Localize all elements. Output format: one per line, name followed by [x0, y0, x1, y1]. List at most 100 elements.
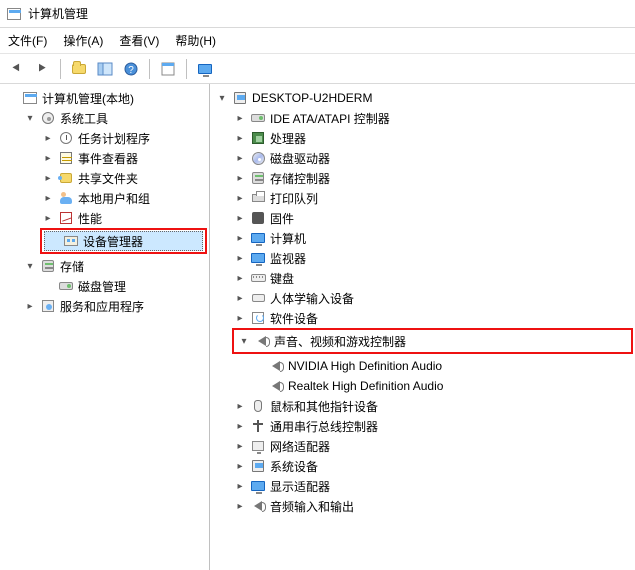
chevron-down-icon[interactable]: ▾: [24, 260, 36, 272]
cat-storage-ctrl[interactable]: ▸ 存储控制器: [232, 168, 633, 188]
nav-forward-button[interactable]: ⯈: [30, 58, 54, 80]
chevron-right-icon[interactable]: ▸: [234, 400, 246, 412]
cat-monitor[interactable]: ▸ 监视器: [232, 248, 633, 268]
chevron-right-icon[interactable]: ▸: [234, 460, 246, 472]
chevron-right-icon[interactable]: ▸: [234, 212, 246, 224]
chevron-right-icon[interactable]: ▸: [234, 420, 246, 432]
tree-performance[interactable]: ▸ 性能: [40, 208, 207, 228]
tree-root[interactable]: ▾ 计算机管理(本地): [4, 88, 207, 108]
cat-label: 网络适配器: [270, 438, 330, 455]
chevron-down-icon[interactable]: ▾: [24, 112, 36, 124]
chevron-right-icon[interactable]: ▸: [42, 132, 54, 144]
console-tree[interactable]: ▾ 计算机管理(本地) ▾ 系统工具 ▸: [0, 84, 210, 570]
device-tree[interactable]: ▾ DESKTOP-U2HDERM ▸ IDE ATA/ATAPI 控制器 ▸ …: [210, 84, 635, 570]
tree-local-users[interactable]: ▸ 本地用户和组: [40, 188, 207, 208]
chevron-right-icon[interactable]: ▸: [42, 212, 54, 224]
chevron-right-icon[interactable]: ▸: [234, 112, 246, 124]
chevron-right-icon[interactable]: ▸: [234, 172, 246, 184]
cat-mouse[interactable]: ▸ 鼠标和其他指针设备: [232, 396, 633, 416]
cat-audio-io[interactable]: ▸ 音频输入和输出: [232, 496, 633, 516]
tree-label: 本地用户和组: [78, 190, 150, 207]
cat-display[interactable]: ▸ 显示适配器: [232, 476, 633, 496]
tree-device-manager[interactable]: ▸ 设备管理器: [44, 231, 203, 251]
chevron-right-icon[interactable]: ▸: [234, 152, 246, 164]
chevron-right-icon[interactable]: ▸: [234, 440, 246, 452]
software-icon: [250, 310, 266, 326]
cat-label: 声音、视频和游戏控制器: [274, 333, 406, 350]
cat-cdrom[interactable]: ▸ 磁盘驱动器: [232, 148, 633, 168]
chevron-right-icon[interactable]: ▸: [234, 272, 246, 284]
chevron-right-icon[interactable]: ▸: [42, 192, 54, 204]
device-root-label: DESKTOP-U2HDERM: [252, 91, 372, 105]
monitor-icon: [250, 250, 266, 266]
chevron-right-icon[interactable]: ▸: [234, 480, 246, 492]
menu-file[interactable]: 文件(F): [8, 32, 47, 49]
cat-computer[interactable]: ▸ 计算机: [232, 228, 633, 248]
services-icon: [40, 298, 56, 314]
properties-button[interactable]: [156, 58, 180, 80]
chevron-right-icon[interactable]: ▸: [234, 312, 246, 324]
panel-icon: [97, 62, 113, 76]
nav-back-button[interactable]: ⯇: [4, 58, 28, 80]
tree-task-scheduler[interactable]: ▸ 任务计划程序: [40, 128, 207, 148]
chevron-right-icon[interactable]: ▸: [234, 500, 246, 512]
chevron-right-icon[interactable]: ▸: [234, 132, 246, 144]
device-root[interactable]: ▾ DESKTOP-U2HDERM: [214, 88, 633, 108]
cat-hid[interactable]: ▸ 人体学输入设备: [232, 288, 633, 308]
cat-usb[interactable]: ▸ 通用串行总线控制器: [232, 416, 633, 436]
menu-view[interactable]: 查看(V): [119, 32, 159, 49]
tree-label: 事件查看器: [78, 150, 138, 167]
cat-print-queue[interactable]: ▸ 打印队列: [232, 188, 633, 208]
cat-cpu[interactable]: ▸ 处理器: [232, 128, 633, 148]
titlebar: 计算机管理: [0, 0, 635, 28]
keyboard-icon: [250, 270, 266, 286]
tree-label: 存储: [60, 258, 84, 275]
menu-help[interactable]: 帮助(H): [175, 32, 216, 49]
cat-firmware[interactable]: ▸ 固件: [232, 208, 633, 228]
chevron-down-icon[interactable]: ▾: [238, 335, 250, 347]
cat-label: 人体学输入设备: [270, 290, 354, 307]
app-icon: [6, 6, 22, 22]
cat-sound[interactable]: ▾ 声音、视频和游戏控制器: [236, 331, 629, 351]
dev-realtek-audio[interactable]: ▸ Realtek High Definition Audio: [250, 376, 633, 396]
tree-storage[interactable]: ▾ 存储: [22, 256, 207, 276]
cat-label: 处理器: [270, 130, 306, 147]
chevron-right-icon[interactable]: ▸: [42, 172, 54, 184]
cat-sysdev[interactable]: ▸ 系统设备: [232, 456, 633, 476]
cat-label: 显示适配器: [270, 478, 330, 495]
mouse-icon: [250, 398, 266, 414]
network-icon: [250, 438, 266, 454]
toolbar-separator: [186, 59, 187, 79]
up-button[interactable]: [67, 58, 91, 80]
toolbar-separator: [60, 59, 61, 79]
chevron-right-icon[interactable]: ▸: [42, 152, 54, 164]
content-panes: ▾ 计算机管理(本地) ▾ 系统工具 ▸: [0, 84, 635, 570]
computer-icon: [250, 230, 266, 246]
event-icon: [58, 150, 74, 166]
tree-event-viewer[interactable]: ▸ 事件查看器: [40, 148, 207, 168]
cat-label: 通用串行总线控制器: [270, 418, 378, 435]
properties-icon: [160, 62, 176, 76]
arrow-left-icon: ⯇: [10, 60, 21, 77]
drive-icon: [250, 150, 266, 166]
tree-services-apps[interactable]: ▸ 服务和应用程序: [22, 296, 207, 316]
refresh-button[interactable]: [193, 58, 217, 80]
tree-disk-management[interactable]: ▸ 磁盘管理: [40, 276, 207, 296]
cat-software[interactable]: ▸ 软件设备: [232, 308, 633, 328]
chevron-down-icon[interactable]: ▾: [216, 92, 228, 104]
cat-ide[interactable]: ▸ IDE ATA/ATAPI 控制器: [232, 108, 633, 128]
chevron-right-icon[interactable]: ▸: [234, 292, 246, 304]
tree-system-tools[interactable]: ▾ 系统工具: [22, 108, 207, 128]
tree-label: 性能: [78, 210, 102, 227]
cat-keyboard[interactable]: ▸ 键盘: [232, 268, 633, 288]
tree-shared-folders[interactable]: ▸ 共享文件夹: [40, 168, 207, 188]
dev-nvidia-audio[interactable]: ▸ NVIDIA High Definition Audio: [250, 356, 633, 376]
cat-net[interactable]: ▸ 网络适配器: [232, 436, 633, 456]
chevron-right-icon[interactable]: ▸: [234, 232, 246, 244]
help-button[interactable]: ?: [119, 58, 143, 80]
chevron-right-icon[interactable]: ▸: [234, 252, 246, 264]
show-hide-tree-button[interactable]: [93, 58, 117, 80]
chevron-right-icon[interactable]: ▸: [234, 192, 246, 204]
chevron-right-icon[interactable]: ▸: [24, 300, 36, 312]
menu-action[interactable]: 操作(A): [63, 32, 103, 49]
